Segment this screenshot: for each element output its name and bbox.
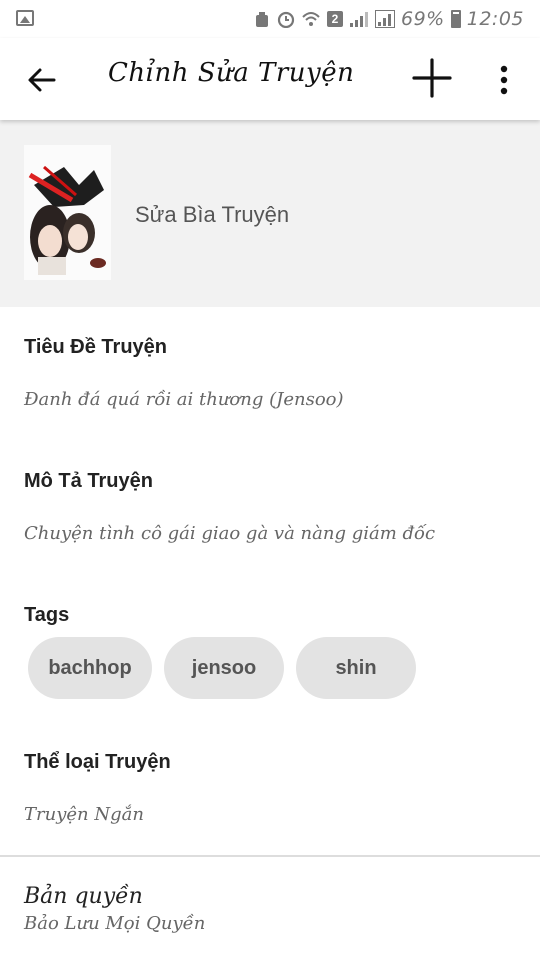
gallery-icon — [16, 10, 34, 26]
wifi-icon — [302, 12, 320, 26]
back-arrow-icon[interactable] — [22, 60, 62, 100]
status-bar: 2 69% 12:05 — [0, 0, 540, 38]
plus-icon[interactable] — [410, 56, 454, 100]
battery-percent: 69% — [401, 8, 445, 30]
copyright-value[interactable]: Bảo Lưu Mọi Quyền — [24, 913, 516, 934]
edit-cover-row[interactable]: Sửa Bìa Truyện — [0, 120, 540, 307]
story-description-field[interactable]: Mô Tả Truyện Chuyện tình cô gái giao gà … — [24, 470, 516, 544]
story-title-label: Tiêu Đề Truyện — [24, 336, 168, 358]
story-description-label: Mô Tả Truyện — [24, 470, 153, 492]
tags-field: Tags — [24, 604, 516, 627]
tag-chip[interactable]: jensoo — [164, 637, 284, 699]
tag-list: bachhop jensoo shin — [28, 637, 416, 699]
signal-icon — [350, 12, 368, 27]
divider — [0, 855, 540, 857]
category-label: Thể loại Truyện — [24, 751, 171, 773]
category-value[interactable]: Truyện Ngắn — [24, 804, 516, 825]
category-field[interactable]: Thể loại Truyện Truyện Ngắn — [24, 751, 516, 825]
more-vert-icon[interactable] — [488, 60, 520, 100]
page-title: Chỉnh Sửa Truyện — [108, 58, 355, 88]
copyright-label: Bản quyền — [24, 884, 143, 909]
tag-chip[interactable]: shin — [296, 637, 416, 699]
story-title-field[interactable]: Tiêu Đề Truyện Đanh đá quá rồi ai thương… — [24, 336, 516, 410]
sim-badge: 2 — [327, 11, 343, 27]
alarm-icon — [277, 11, 295, 28]
battery-icon — [450, 10, 461, 28]
story-description-value[interactable]: Chuyện tình cô gái giao gà và nàng giám … — [24, 523, 516, 544]
recycle-icon — [256, 12, 268, 27]
story-title-value[interactable]: Đanh đá quá rồi ai thương (Jensoo) — [24, 389, 516, 410]
cover-thumbnail[interactable] — [24, 145, 111, 280]
copyright-field[interactable]: Bản quyền Bảo Lưu Mọi Quyền — [24, 884, 516, 934]
signal-icon — [375, 10, 395, 28]
edit-cover-label: Sửa Bìa Truyện — [135, 202, 290, 227]
tags-label: Tags — [24, 604, 70, 626]
status-right: 2 69% 12:05 — [253, 6, 524, 32]
tag-chip[interactable]: bachhop — [28, 637, 152, 699]
app-bar: Chỉnh Sửa Truyện — [0, 38, 540, 120]
clock: 12:05 — [466, 8, 524, 30]
